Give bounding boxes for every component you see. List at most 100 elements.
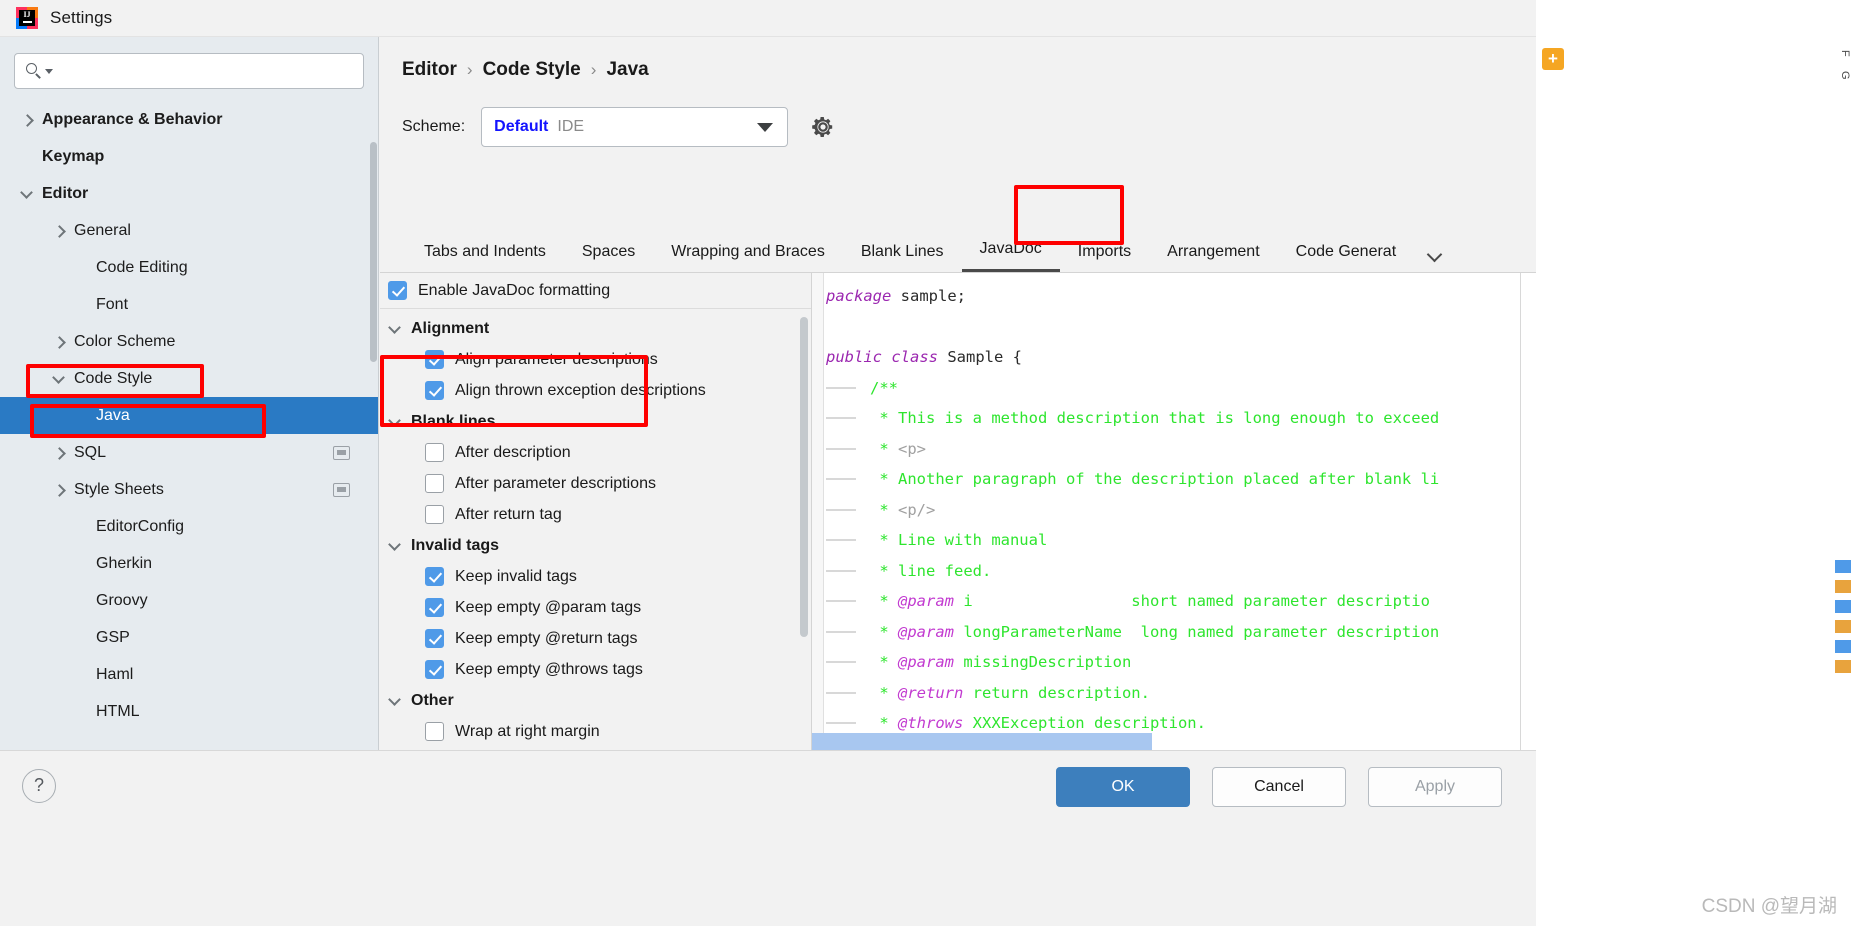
sidebar-item-general[interactable]: General [0, 212, 378, 249]
option-after-parameter-descriptions[interactable]: After parameter descriptions [380, 468, 811, 499]
help-button[interactable]: ? [22, 769, 56, 803]
sidebar-item-editorconfig[interactable]: EditorConfig [0, 508, 378, 545]
checkbox[interactable] [425, 350, 444, 369]
checkbox[interactable] [425, 598, 444, 617]
checkbox[interactable] [425, 629, 444, 648]
search-box[interactable] [14, 53, 364, 89]
chevron-down-icon[interactable] [52, 372, 66, 386]
option-after-return-tag[interactable]: After return tag [380, 499, 811, 530]
option-after-description[interactable]: After description [380, 437, 811, 468]
fold-marker-icon[interactable] [826, 692, 856, 694]
fold-marker-icon[interactable] [826, 417, 856, 419]
cancel-button[interactable]: Cancel [1212, 767, 1346, 807]
tab-javadoc[interactable]: JavaDoc [962, 240, 1060, 272]
option-keep-empty-@throws-tags[interactable]: Keep empty @throws tags [380, 654, 811, 685]
fold-marker-icon[interactable] [826, 661, 856, 663]
chevron-right-icon[interactable] [52, 224, 66, 238]
chevron-down-icon[interactable] [20, 187, 34, 201]
checkbox[interactable] [425, 722, 444, 741]
checkbox[interactable] [425, 567, 444, 586]
checkbox[interactable] [425, 505, 444, 524]
ok-button[interactable]: OK [1056, 767, 1190, 807]
option-keep-empty-@param-tags[interactable]: Keep empty @param tags [380, 592, 811, 623]
sidebar-item-style-sheets[interactable]: Style Sheets [0, 471, 378, 508]
apply-button[interactable]: Apply [1368, 767, 1502, 807]
option-label: After description [455, 444, 571, 462]
sidebar-item-gsp[interactable]: GSP [0, 619, 378, 656]
sidebar-item-java[interactable]: Java [0, 397, 378, 434]
option-group-alignment[interactable]: Alignment [380, 313, 811, 344]
sidebar-item-haml[interactable]: Haml [0, 656, 378, 693]
tab-tabs-and-indents[interactable]: Tabs and Indents [406, 243, 564, 272]
fold-marker-icon[interactable] [826, 509, 856, 511]
breadcrumb-item[interactable]: Editor [402, 59, 457, 81]
checkbox[interactable] [425, 660, 444, 679]
options-scrollbar[interactable] [800, 317, 808, 637]
sidebar-item-html[interactable]: HTML [0, 693, 378, 730]
preview-horizontal-scrollbar[interactable] [812, 733, 1152, 750]
checkbox[interactable] [425, 474, 444, 493]
enable-javadoc-row[interactable]: Enable JavaDoc formatting [380, 273, 811, 309]
fold-marker-icon[interactable] [826, 570, 856, 572]
ide-right-edge: + F G [1536, 0, 1853, 926]
chevron-right-icon[interactable] [52, 446, 66, 460]
option-keep-invalid-tags[interactable]: Keep invalid tags [380, 561, 811, 592]
sidebar-item-groovy[interactable]: Groovy [0, 582, 378, 619]
sidebar-item-code-editing[interactable]: Code Editing [0, 249, 378, 286]
tab-spaces[interactable]: Spaces [564, 243, 653, 272]
chevron-right-icon[interactable] [52, 335, 66, 349]
chevron-down-icon[interactable] [388, 415, 402, 429]
chevron-down-icon[interactable] [388, 539, 402, 553]
fold-marker-icon[interactable] [826, 387, 856, 389]
breadcrumb-item[interactable]: Code Style [483, 59, 581, 81]
option-group-blank-lines[interactable]: Blank lines [380, 406, 811, 437]
checkbox[interactable] [425, 381, 444, 400]
right-tool-tab[interactable]: F [1831, 50, 1851, 57]
sidebar-scrollbar[interactable] [370, 142, 377, 362]
option-keep-empty-@return-tags[interactable]: Keep empty @return tags [380, 623, 811, 654]
sidebar-item-gherkin[interactable]: Gherkin [0, 545, 378, 582]
options-panel: Enable JavaDoc formatting AlignmentAlign… [380, 273, 812, 750]
tab-arrangement[interactable]: Arrangement [1149, 243, 1278, 272]
sidebar-item-appearance-behavior[interactable]: Appearance & Behavior [0, 101, 378, 138]
option-align-thrown-exception-descriptions[interactable]: Align thrown exception descriptions [380, 375, 811, 406]
fold-marker-icon[interactable] [826, 600, 856, 602]
search-input[interactable] [53, 62, 355, 80]
gear-icon[interactable] [810, 114, 836, 140]
option-wrap-at-right-margin[interactable]: Wrap at right margin [380, 716, 811, 747]
add-icon[interactable]: + [1542, 48, 1564, 70]
option-group-other[interactable]: Other [380, 685, 811, 716]
chevron-right-icon[interactable] [52, 483, 66, 497]
tree-spacer [74, 298, 88, 312]
sidebar-item-editor[interactable]: Editor [0, 175, 378, 212]
sidebar-item-code-style[interactable]: Code Style [0, 360, 378, 397]
fold-marker-icon[interactable] [826, 539, 856, 541]
tab-blank-lines[interactable]: Blank Lines [843, 243, 962, 272]
tab-code-generat[interactable]: Code Generat [1278, 243, 1415, 272]
sidebar-item-color-scheme[interactable]: Color Scheme [0, 323, 378, 360]
marker [1835, 560, 1851, 573]
chevron-down-icon[interactable] [388, 322, 402, 336]
sidebar-item-sql[interactable]: SQL [0, 434, 378, 471]
breadcrumb-item[interactable]: Java [606, 59, 648, 81]
fold-marker-icon[interactable] [826, 722, 856, 724]
fold-marker-icon[interactable] [826, 631, 856, 633]
tab-wrapping-and-braces[interactable]: Wrapping and Braces [653, 243, 843, 272]
enable-javadoc-checkbox[interactable] [388, 281, 407, 300]
tab-imports[interactable]: Imports [1060, 243, 1149, 272]
chevron-right-icon[interactable] [20, 113, 34, 127]
option-align-parameter-descriptions[interactable]: Align parameter descriptions [380, 344, 811, 375]
right-tool-tab[interactable]: G [1831, 71, 1851, 80]
scheme-select[interactable]: Default IDE [481, 107, 788, 147]
chevron-down-icon[interactable] [45, 69, 53, 74]
sidebar-item-keymap[interactable]: Keymap [0, 138, 378, 175]
chevron-down-icon[interactable] [388, 694, 402, 708]
fold-marker-icon[interactable] [826, 478, 856, 480]
sidebar-item-label: Style Sheets [74, 481, 164, 499]
fold-marker-icon[interactable] [826, 448, 856, 450]
chevron-down-icon[interactable] [1426, 245, 1444, 263]
checkbox[interactable] [425, 443, 444, 462]
sidebar-item-font[interactable]: Font [0, 286, 378, 323]
option-group-invalid-tags[interactable]: Invalid tags [380, 530, 811, 561]
code-token: package [826, 287, 901, 305]
